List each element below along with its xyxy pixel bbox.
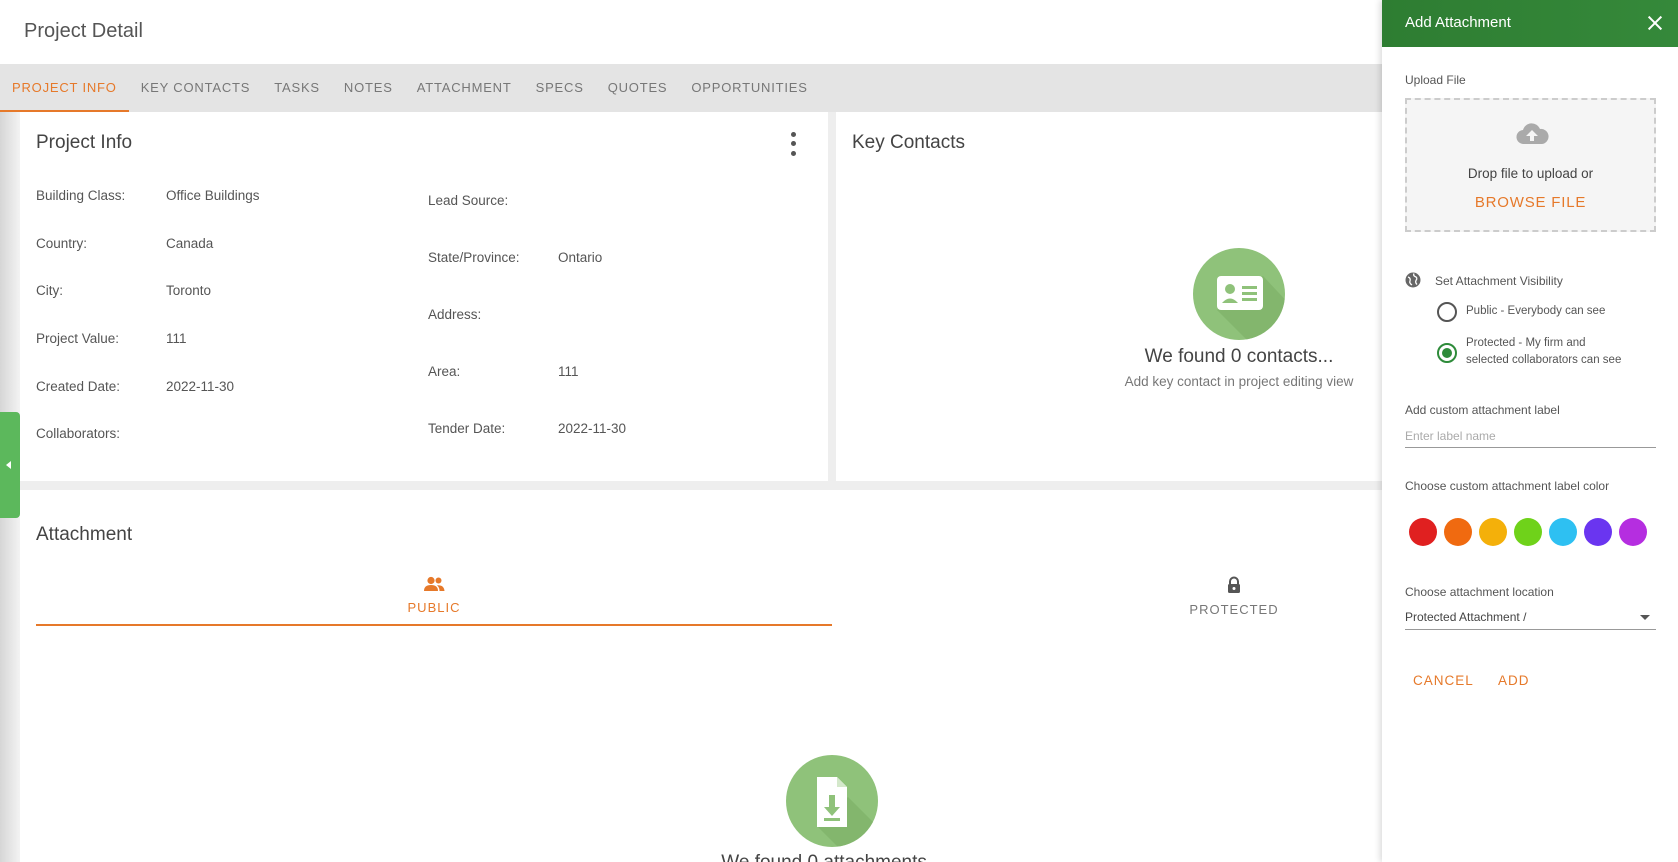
tab-project-info[interactable]: PROJECT INFO [0, 64, 129, 112]
info-value: Office Buildings [166, 188, 260, 203]
info-value: 2022-11-30 [558, 421, 627, 436]
upload-file-label: Upload File [1405, 73, 1466, 87]
tab-attachment[interactable]: ATTACHMENT [405, 64, 524, 112]
contacts-empty-title: We found 0 contacts... [1144, 346, 1334, 367]
location-select-value: Protected Attachment / [1405, 610, 1527, 624]
color-swatch-green[interactable] [1514, 518, 1542, 546]
info-value: Toronto [166, 283, 212, 298]
tab-tasks[interactable]: TASKS [262, 64, 332, 112]
visibility-label: Set Attachment Visibility [1435, 274, 1563, 288]
info-value: 2022-11-30 [166, 379, 235, 394]
visibility-public-radio[interactable] [1437, 302, 1457, 322]
info-label: Address: [428, 307, 482, 322]
info-label: Tender Date: [428, 421, 506, 436]
color-swatch-cyan[interactable] [1549, 518, 1577, 546]
browse-file-button[interactable]: BROWSE FILE [1407, 194, 1654, 211]
dropdown-arrow-icon [1640, 615, 1650, 620]
location-label: Choose attachment location [1405, 585, 1554, 599]
protected-tab-label: PROTECTED [1189, 602, 1279, 617]
info-label: Lead Source: [428, 193, 509, 208]
tab-protected-attachments[interactable]: PROTECTED [836, 576, 1382, 626]
page-header: Project Detail [0, 0, 1382, 64]
attachment-card: Attachment PUBLIC PROTECTED [20, 490, 1382, 862]
attachments-empty-title: We found 0 attachments... [632, 852, 1032, 862]
cancel-button[interactable]: CANCEL [1413, 673, 1474, 688]
visibility-public-text: Public - Everybody can see [1466, 305, 1606, 317]
visibility-protected-radio[interactable] [1437, 343, 1457, 363]
color-swatch-red[interactable] [1409, 518, 1437, 546]
file-dropzone[interactable]: Drop file to upload or BROWSE FILE [1405, 98, 1656, 232]
key-contacts-title: Key Contacts [852, 132, 965, 153]
visibility-protected-line-1: Protected - My firm and [1466, 337, 1586, 349]
panel-header: Add Attachment [1382, 0, 1678, 47]
more-options-icon[interactable] [783, 130, 803, 158]
tab-public-attachments[interactable]: PUBLIC [36, 576, 832, 626]
tab-quotes[interactable]: QUOTES [596, 64, 680, 112]
color-swatch-indigo[interactable] [1584, 518, 1612, 546]
project-info-title: Project Info [36, 132, 133, 153]
tab-key-contacts[interactable]: KEY CONTACTS [129, 64, 263, 112]
info-label: Project Value: [36, 331, 120, 346]
main-area: Project Detail PROJECT INFO KEY CONTACTS… [0, 0, 1382, 862]
cloud-upload-icon [1516, 123, 1549, 145]
info-label: Created Date: [36, 379, 121, 394]
color-swatch-purple[interactable] [1619, 518, 1647, 546]
contact-card-icon [1193, 248, 1285, 340]
panel-title: Add Attachment [1405, 14, 1511, 31]
key-contacts-card: Key Contacts We found 0 contacts... Add … [836, 112, 1382, 481]
info-value: Canada [166, 236, 214, 251]
page-title: Project Detail [24, 20, 143, 42]
add-attachment-panel: Add Attachment Upload File Drop file to … [1382, 0, 1678, 862]
attachment-title: Attachment [36, 524, 133, 545]
tab-specs[interactable]: SPECS [524, 64, 596, 112]
people-icon [424, 576, 445, 591]
info-label: Country: [36, 236, 88, 251]
project-tabs: PROJECT INFO KEY CONTACTS TASKS NOTES AT… [0, 64, 1382, 112]
globe-icon [1405, 272, 1421, 288]
info-value: 111 [558, 364, 579, 379]
info-label: Area: [428, 364, 461, 379]
close-icon[interactable] [1644, 12, 1666, 34]
contacts-empty-subtitle: Add key contact in project editing view [1124, 374, 1354, 389]
label-color-heading: Choose custom attachment label color [1405, 479, 1610, 493]
project-info-card: Project Info Building Class: Office Buil… [20, 112, 828, 481]
color-swatch-yellow[interactable] [1479, 518, 1507, 546]
info-label: State/Province: [428, 250, 520, 265]
drop-file-text: Drop file to upload or [1467, 166, 1594, 181]
info-label: Building Class: [36, 188, 126, 203]
custom-label-heading: Add custom attachment label [1405, 403, 1560, 417]
tab-opportunities[interactable]: OPPORTUNITIES [679, 64, 819, 112]
public-tab-label: PUBLIC [407, 600, 461, 615]
sidebar-toggle-button[interactable] [0, 412, 20, 518]
info-value: 111 [166, 331, 187, 346]
info-label: City: [36, 283, 63, 298]
info-label: Collaborators: [36, 426, 121, 441]
file-download-icon [786, 755, 878, 847]
lock-icon [1228, 576, 1240, 593]
location-select[interactable]: Protected Attachment / [1405, 604, 1656, 630]
info-value: Ontario [558, 250, 603, 265]
add-button[interactable]: ADD [1498, 673, 1530, 688]
label-name-input[interactable] [1405, 424, 1656, 448]
tab-notes[interactable]: NOTES [332, 64, 405, 112]
visibility-protected-line-2: selected collaborators can see [1466, 354, 1622, 366]
visibility-protected-text: Protected - My firm and selected collabo… [1466, 335, 1621, 369]
color-swatch-orange[interactable] [1444, 518, 1472, 546]
